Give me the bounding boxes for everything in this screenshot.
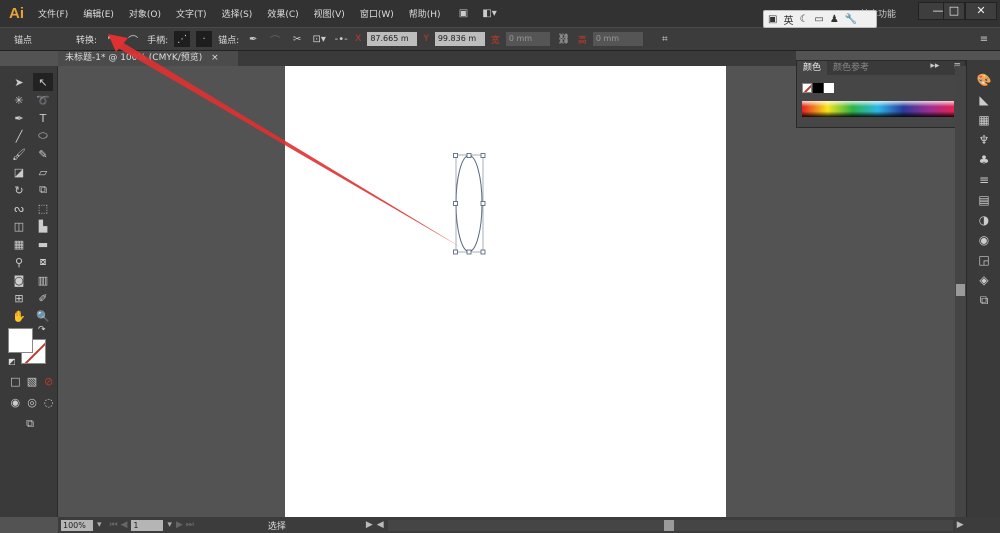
swatches-icon[interactable]: ▦ [967, 110, 1000, 130]
tab-color-guide[interactable]: 颜色参考 [827, 61, 875, 75]
ime-mode[interactable]: 英 [783, 12, 793, 27]
vertical-scroll-thumb[interactable] [956, 284, 965, 296]
artboards-icon[interactable]: ⧉ [967, 290, 1000, 310]
color-panel-icon[interactable]: 🎨 [967, 70, 1000, 90]
brushes-icon[interactable]: ♆ [967, 130, 1000, 150]
selected-ellipse[interactable] [453, 153, 486, 255]
layers-icon[interactable]: ◈ [967, 270, 1000, 290]
ime-logo-icon: ▣ [768, 13, 778, 25]
keyboard-icon[interactable]: ▭ [814, 14, 823, 25]
white-swatch[interactable] [824, 83, 834, 93]
none-swatch[interactable] [802, 83, 812, 93]
zoom-field[interactable]: 100% [61, 519, 93, 531]
status-bar: 100% ▾ ⏮ ◀ 1 ▾ ▶ ⏭ 选择 ▶ ◀ ▶ [58, 517, 1000, 533]
gradient-icon[interactable]: ▤ [967, 190, 1000, 210]
first-page-icon[interactable]: ⏮ ◀ [110, 520, 128, 530]
black-swatch[interactable] [813, 83, 823, 93]
zoom-dropdown-icon[interactable]: ▾ [97, 520, 102, 530]
horizontal-scrollbar[interactable] [387, 519, 953, 531]
page-dropdown-icon[interactable]: ▾ [167, 520, 172, 530]
ime-toolbar[interactable]: ▣ 英 ☾ ▭ ♟ 🔧 [763, 10, 877, 28]
color-panel: 颜色 颜色参考 ▸▸ ≡ [796, 60, 966, 128]
stroke-icon[interactable]: ≡ [967, 170, 1000, 190]
appearance-icon[interactable]: ◉ [967, 230, 1000, 250]
horizontal-scroll-thumb[interactable] [663, 519, 674, 531]
user-icon[interactable]: ♟ [830, 14, 839, 25]
wrench-icon[interactable]: 🔧 [845, 14, 857, 25]
page-field[interactable]: 1 [131, 519, 164, 531]
moon-icon: ☾ [799, 13, 809, 25]
last-page-icon[interactable]: ▶ ⏭ [176, 520, 194, 530]
tab-color[interactable]: 颜色 [797, 61, 828, 75]
scroll-left-icon[interactable]: ◀ [377, 520, 384, 530]
symbols-icon[interactable]: ♣ [967, 150, 1000, 170]
graphic-styles-icon[interactable]: ◲ [967, 250, 1000, 270]
color-guide-icon[interactable]: ◣ [967, 90, 1000, 110]
status-menu-icon[interactable]: ▶ [366, 520, 373, 530]
transparency-icon[interactable]: ◑ [967, 210, 1000, 230]
vertical-scrollbar[interactable] [955, 66, 966, 517]
panel-collapse-icon[interactable]: ▸▸ [930, 61, 939, 75]
color-spectrum[interactable] [802, 101, 954, 117]
current-tool-status: 选择 [267, 521, 286, 532]
scroll-right-icon[interactable]: ▶ [957, 520, 964, 530]
annotation-arrow [108, 34, 462, 248]
panel-dock: 🎨 ◣ ▦ ♆ ♣ ≡ ▤ ◑ ◉ ◲ ◈ ⧉ [966, 60, 1000, 517]
